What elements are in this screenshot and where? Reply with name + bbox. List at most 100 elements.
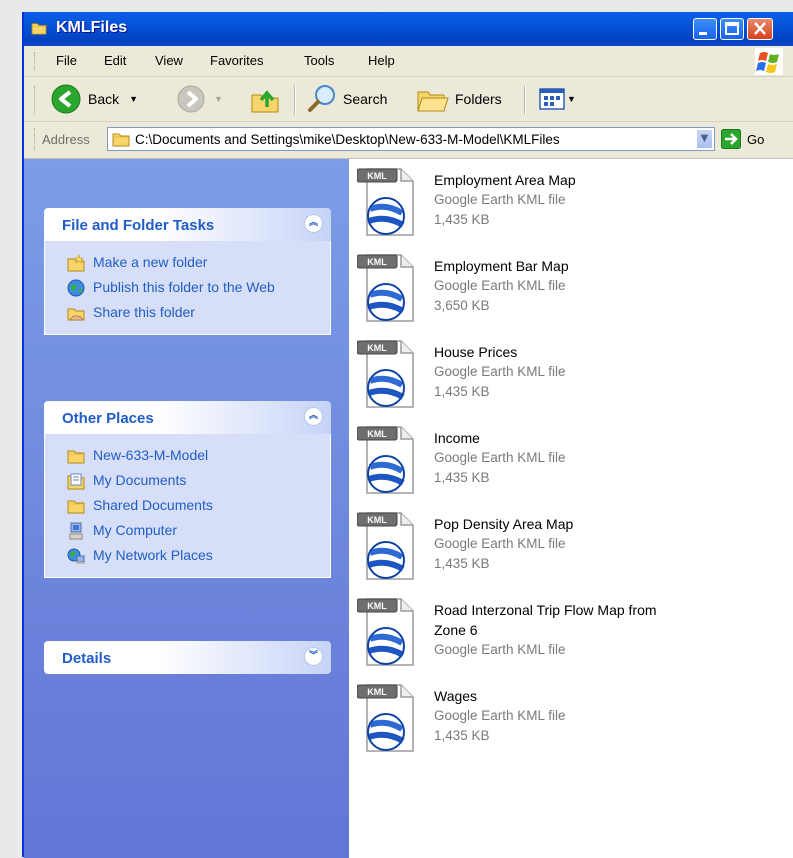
toolbar-grip[interactable] (34, 128, 37, 150)
toolbar-separator (294, 86, 296, 114)
file-item[interactable]: KML Employment Bar Map Google Earth KML … (357, 253, 777, 335)
link-label: My Documents (93, 472, 187, 488)
folder-icon (112, 131, 130, 147)
menu-bar: File Edit View Favorites Tools Help (24, 46, 793, 77)
share-folder-icon (67, 308, 85, 321)
folder-icon (30, 21, 48, 35)
make-new-folder-link[interactable]: Make a new folder (45, 251, 330, 276)
kml-badge: KML (367, 515, 387, 525)
file-item[interactable]: KML Employment Area Map Google Earth KML… (357, 167, 777, 249)
google-earth-kml-icon: KML (357, 253, 421, 323)
menu-favorites[interactable]: Favorites (210, 53, 263, 68)
share-folder-link[interactable]: Share this folder (45, 301, 330, 326)
folders-label: Folders (455, 91, 502, 107)
up-folder-button[interactable] (249, 77, 281, 121)
panel-header[interactable]: File and Folder Tasks ︽ (44, 208, 331, 241)
folders-button[interactable]: Folders (416, 77, 502, 121)
toolbar-grip[interactable] (34, 52, 37, 70)
menu-view[interactable]: View (155, 53, 183, 68)
file-name: Employment Area Map (434, 172, 576, 188)
place-link-my-documents[interactable]: My Documents (45, 469, 330, 494)
menu-help[interactable]: Help (368, 53, 395, 68)
search-button[interactable]: Search (306, 77, 387, 121)
details-panel: Details ︾ (44, 641, 331, 674)
kml-badge: KML (367, 257, 387, 267)
file-size: 1,435 KB (434, 212, 490, 227)
file-type: Google Earth KML file (434, 192, 566, 207)
place-link-my-computer[interactable]: My Computer (45, 519, 330, 544)
file-type: Google Earth KML file (434, 364, 566, 379)
panel-header[interactable]: Other Places ︽ (44, 401, 331, 434)
maximize-button[interactable] (720, 18, 744, 40)
menu-file[interactable]: File (56, 53, 77, 68)
publish-web-icon (67, 279, 85, 297)
place-link-new-633-m-model[interactable]: New-633-M-Model (45, 444, 330, 469)
place-link-my-network-places[interactable]: My Network Places (45, 544, 330, 569)
close-icon (754, 22, 766, 35)
menu-edit[interactable]: Edit (104, 53, 126, 68)
file-item[interactable]: KML House Prices Google Earth KML file 1… (357, 339, 777, 421)
minimize-icon (699, 32, 707, 35)
google-earth-kml-icon: KML (357, 167, 421, 237)
address-path: C:\Documents and Settings\mike\Desktop\N… (135, 132, 560, 147)
window-title: KMLFiles (56, 19, 128, 36)
file-type: Google Earth KML file (434, 708, 566, 723)
kml-badge: KML (367, 171, 387, 181)
google-earth-kml-icon: KML (357, 511, 421, 581)
file-type: Google Earth KML file (434, 642, 566, 657)
close-button[interactable] (747, 18, 773, 40)
forward-button[interactable]: ▼ (176, 77, 223, 121)
back-arrow-icon (51, 84, 81, 114)
back-dropdown-icon[interactable]: ▼ (129, 94, 138, 104)
my-computer-icon (69, 522, 83, 540)
windows-logo-icon (755, 48, 783, 75)
forward-dropdown-icon[interactable]: ▼ (214, 94, 223, 104)
file-name: Income (434, 430, 480, 446)
views-button[interactable]: ▼ (539, 77, 576, 121)
kml-badge: KML (367, 343, 387, 353)
google-earth-kml-icon: KML (357, 683, 421, 753)
search-icon (308, 85, 335, 112)
address-input[interactable]: C:\Documents and Settings\mike\Desktop\N… (107, 127, 715, 151)
back-label: Back (88, 91, 120, 107)
search-label: Search (343, 91, 388, 107)
my-documents-icon (67, 473, 85, 490)
file-size: 3,650 KB (434, 298, 490, 313)
file-name: House Prices (434, 344, 518, 360)
go-label: Go (747, 131, 765, 147)
publish-folder-link[interactable]: Publish this folder to the Web (45, 276, 330, 301)
collapse-chevron-icon[interactable]: ︽ (304, 214, 323, 233)
kml-badge: KML (367, 687, 387, 697)
google-earth-kml-icon: KML (357, 339, 421, 409)
go-arrow-icon (721, 129, 741, 149)
menu-tools[interactable]: Tools (304, 53, 334, 68)
go-button[interactable]: Go (721, 129, 764, 149)
link-label: Shared Documents (93, 497, 213, 513)
file-item[interactable]: KML Road Interzonal Trip Flow Map from Z… (357, 597, 777, 679)
minimize-button[interactable] (693, 18, 717, 40)
explorer-window: KMLFiles File Edit View Favorites Tools … (22, 12, 793, 858)
forward-arrow-icon (177, 85, 205, 113)
link-label: My Network Places (93, 547, 213, 563)
expand-chevron-icon[interactable]: ︾ (304, 647, 323, 666)
toolbar-grip[interactable] (34, 86, 37, 114)
file-item[interactable]: KML Pop Density Area Map Google Earth KM… (357, 511, 777, 593)
folder-content: File and Folder Tasks ︽ Make a new folde… (24, 158, 793, 858)
file-item[interactable]: KML Wages Google Earth KML file 1,435 KB (357, 683, 777, 765)
title-bar[interactable]: KMLFiles (24, 12, 793, 46)
file-item[interactable]: KML Income Google Earth KML file 1,435 K… (357, 425, 777, 507)
google-earth-kml-icon: KML (357, 597, 421, 667)
panel-header[interactable]: Details ︾ (44, 641, 331, 674)
back-button[interactable]: Back ▼ (50, 77, 138, 121)
folder-icon (67, 497, 85, 515)
views-dropdown-icon[interactable]: ▼ (567, 94, 576, 104)
panel-body: Make a new folder Publish this folder to… (44, 241, 331, 335)
place-link-shared-documents[interactable]: Shared Documents (45, 494, 330, 519)
task-pane: File and Folder Tasks ︽ Make a new folde… (24, 159, 349, 858)
folders-icon (417, 91, 449, 112)
folder-icon (67, 447, 85, 465)
address-dropdown-icon[interactable]: ▼ (696, 129, 713, 149)
file-name: Road Interzonal Trip Flow Map from Zone … (434, 602, 657, 638)
link-label: Make a new folder (93, 254, 208, 270)
collapse-chevron-icon[interactable]: ︽ (304, 407, 323, 426)
